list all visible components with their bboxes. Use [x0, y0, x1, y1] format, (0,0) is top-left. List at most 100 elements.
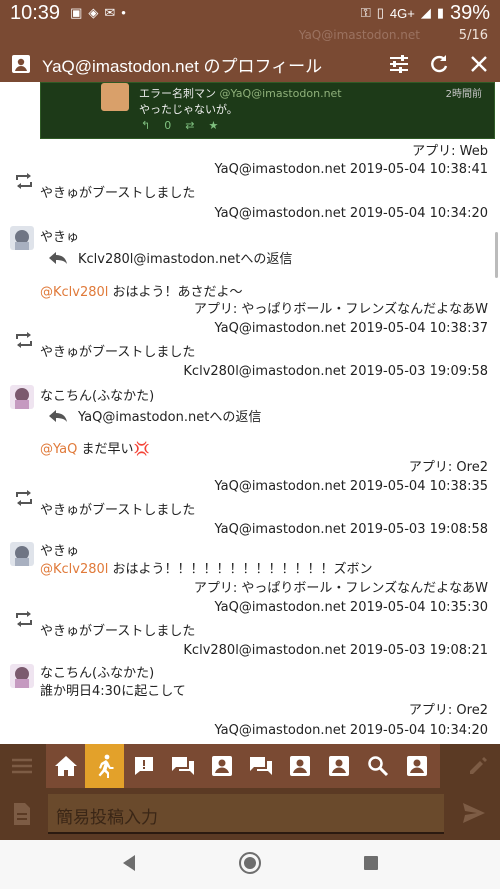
embedded-name: エラー名刺マン — [139, 87, 216, 100]
boost-meta: YaQ@imastodon.net 2019-05-04 10:38:35 — [214, 479, 488, 494]
send-icon[interactable] — [462, 802, 486, 828]
tab-profile[interactable] — [202, 744, 241, 788]
close-icon[interactable] — [468, 53, 490, 75]
home-icon — [54, 756, 77, 776]
app-label: アプリ: やっぱりボール・フレンズなんだよなあW — [193, 302, 488, 317]
local-timeline-icon — [98, 754, 113, 778]
embedded-image[interactable]: エラー名刺マン @YaQ@imastodon.net 2時間前 やったじゃないが… — [40, 82, 495, 139]
embedded-time-ago: 2時間前 — [445, 89, 482, 100]
reply-icon — [49, 409, 67, 422]
embedded-avatar — [101, 83, 129, 111]
search-icon — [367, 756, 388, 777]
refresh-icon[interactable] — [428, 53, 450, 75]
app-label: アプリ: Web — [412, 144, 488, 159]
boost-text: やきゅがブーストしました — [40, 624, 196, 639]
quick-post-placeholder: 簡易投稿入力 — [56, 808, 158, 828]
embedded-handle: @YaQ@imastodon.net — [219, 87, 342, 100]
post-text: おはよう！！！！！！！！！！！！！ズボン — [112, 562, 373, 577]
boost-meta: YaQ@imastodon.net 2019-05-04 10:38:37 — [214, 321, 488, 336]
profile-icon — [10, 53, 32, 75]
boost-icon — [16, 490, 32, 506]
status-bar: 10:39 ▣ ◈ ✉ • ⚿ ▯ 4G+ ◢ ▮ 39% — [0, 0, 500, 26]
signal-icon: ◢ — [420, 5, 431, 20]
embedded-text: やったじゃないが。 — [139, 103, 238, 116]
notification-icons: ▣ ◈ ✉ • — [70, 5, 126, 21]
tab-home[interactable] — [46, 744, 85, 788]
mention-link[interactable]: @Kclv280l — [40, 285, 108, 300]
avatar[interactable] — [10, 542, 34, 566]
profile-icon — [289, 756, 310, 776]
system-icons: ⚿ ▯ 4G+ ◢ ▮ 39% — [361, 2, 490, 25]
notifications-icon — [134, 757, 153, 775]
profile-icon — [328, 756, 349, 776]
app-label: アプリ: やっぱりボール・フレンズなんだよなあW — [193, 581, 488, 596]
tab-search[interactable] — [358, 744, 397, 788]
network-type: 4G+ — [389, 5, 415, 21]
scrollbar[interactable] — [495, 232, 498, 278]
quick-post-input[interactable]: 簡易投稿入力 — [48, 794, 444, 834]
mention-link[interactable]: @Kclv280l — [40, 562, 108, 577]
reply-to-label[interactable]: Kclv280l@imastodon.netへの返信 — [78, 248, 292, 267]
menu-icon[interactable] — [0, 744, 44, 788]
avatar[interactable] — [10, 664, 34, 688]
boost-icon — [16, 332, 32, 348]
back-icon[interactable] — [121, 854, 137, 876]
dot-icon: • — [121, 5, 126, 20]
tabs-strip — [46, 744, 440, 788]
tab-bar — [0, 744, 500, 788]
author-name[interactable]: やきゅ — [40, 226, 79, 245]
reply-icon — [49, 251, 67, 264]
post-text: 誰か明日4:30に起こして — [40, 684, 186, 699]
vibrate-icon: ▯ — [376, 5, 384, 20]
avatar[interactable] — [10, 226, 34, 250]
quick-compose-bar: 簡易投稿入力 — [0, 788, 500, 840]
profile-timeline[interactable]: エラー名刺マン @YaQ@imastodon.net 2時間前 やったじゃないが… — [0, 82, 500, 744]
tab-conversations-2[interactable] — [241, 744, 280, 788]
recents-icon[interactable] — [363, 855, 379, 875]
key-icon: ⚿ — [360, 5, 371, 20]
avatar[interactable] — [10, 385, 34, 409]
mention-link[interactable]: @YaQ — [40, 442, 77, 457]
reply-to-label[interactable]: YaQ@imastodon.netへの返信 — [78, 406, 261, 425]
post-meta[interactable]: Kclv280l@imastodon.net 2019-05-03 19:09:… — [183, 364, 488, 379]
edit-icon[interactable] — [456, 744, 500, 788]
tab-profile-2[interactable] — [280, 744, 319, 788]
header-ghost-text: YaQ@imastodon.net — [298, 28, 420, 42]
boost-meta: YaQ@imastodon.net 2019-05-04 10:35:30 — [214, 600, 488, 615]
author-name[interactable]: なこちん(ふなかた) — [40, 662, 154, 681]
star-icon: ★ — [208, 119, 219, 132]
reply-icon: ↰ — [141, 119, 151, 132]
app-label: アプリ: Ore2 — [408, 460, 488, 475]
page-title: YaQ@imastodon.net のプロフィール — [42, 56, 323, 76]
tab-conversations[interactable] — [163, 744, 202, 788]
profile-icon — [406, 756, 427, 776]
post-meta[interactable]: Kclv280l@imastodon.net 2019-05-03 19:08:… — [183, 643, 488, 658]
post-meta[interactable]: YaQ@imastodon.net 2019-05-04 10:34:20 — [214, 206, 488, 221]
conversation-icon — [249, 757, 272, 775]
post-text: まだ早い💢 — [81, 442, 150, 457]
tab-profile-4[interactable] — [397, 744, 436, 788]
profile-icon — [211, 756, 232, 776]
page-counter: 5/16 — [458, 28, 488, 43]
boost-text: やきゅがブーストしました — [40, 345, 196, 360]
document-icon[interactable] — [12, 802, 32, 830]
boost-icon: ⇄ — [185, 119, 195, 132]
home-nav-icon[interactable] — [238, 851, 262, 879]
tab-notifications[interactable] — [124, 744, 163, 788]
clock: 10:39 — [10, 1, 61, 24]
author-name[interactable]: やきゅ — [40, 540, 79, 559]
battery-icon: ▮ — [436, 5, 444, 20]
system-nav-bar — [0, 840, 500, 889]
author-name[interactable]: なこちん(ふなかた) — [40, 385, 154, 404]
battery-percent: 39% — [449, 1, 490, 24]
app-label: アプリ: Ore2 — [408, 703, 488, 718]
tab-local[interactable] — [85, 744, 124, 788]
boost-icon — [16, 611, 32, 627]
tab-profile-3[interactable] — [319, 744, 358, 788]
filter-settings-icon[interactable] — [388, 53, 410, 75]
boost-meta: YaQ@imastodon.net 2019-05-04 10:38:41 — [214, 162, 488, 177]
boost-text: やきゅがブーストしました — [40, 186, 196, 201]
fav-count: 0 — [164, 119, 172, 132]
post-meta[interactable]: YaQ@imastodon.net 2019-05-03 19:08:58 — [214, 522, 488, 537]
package-icon: ◈ — [88, 5, 99, 20]
